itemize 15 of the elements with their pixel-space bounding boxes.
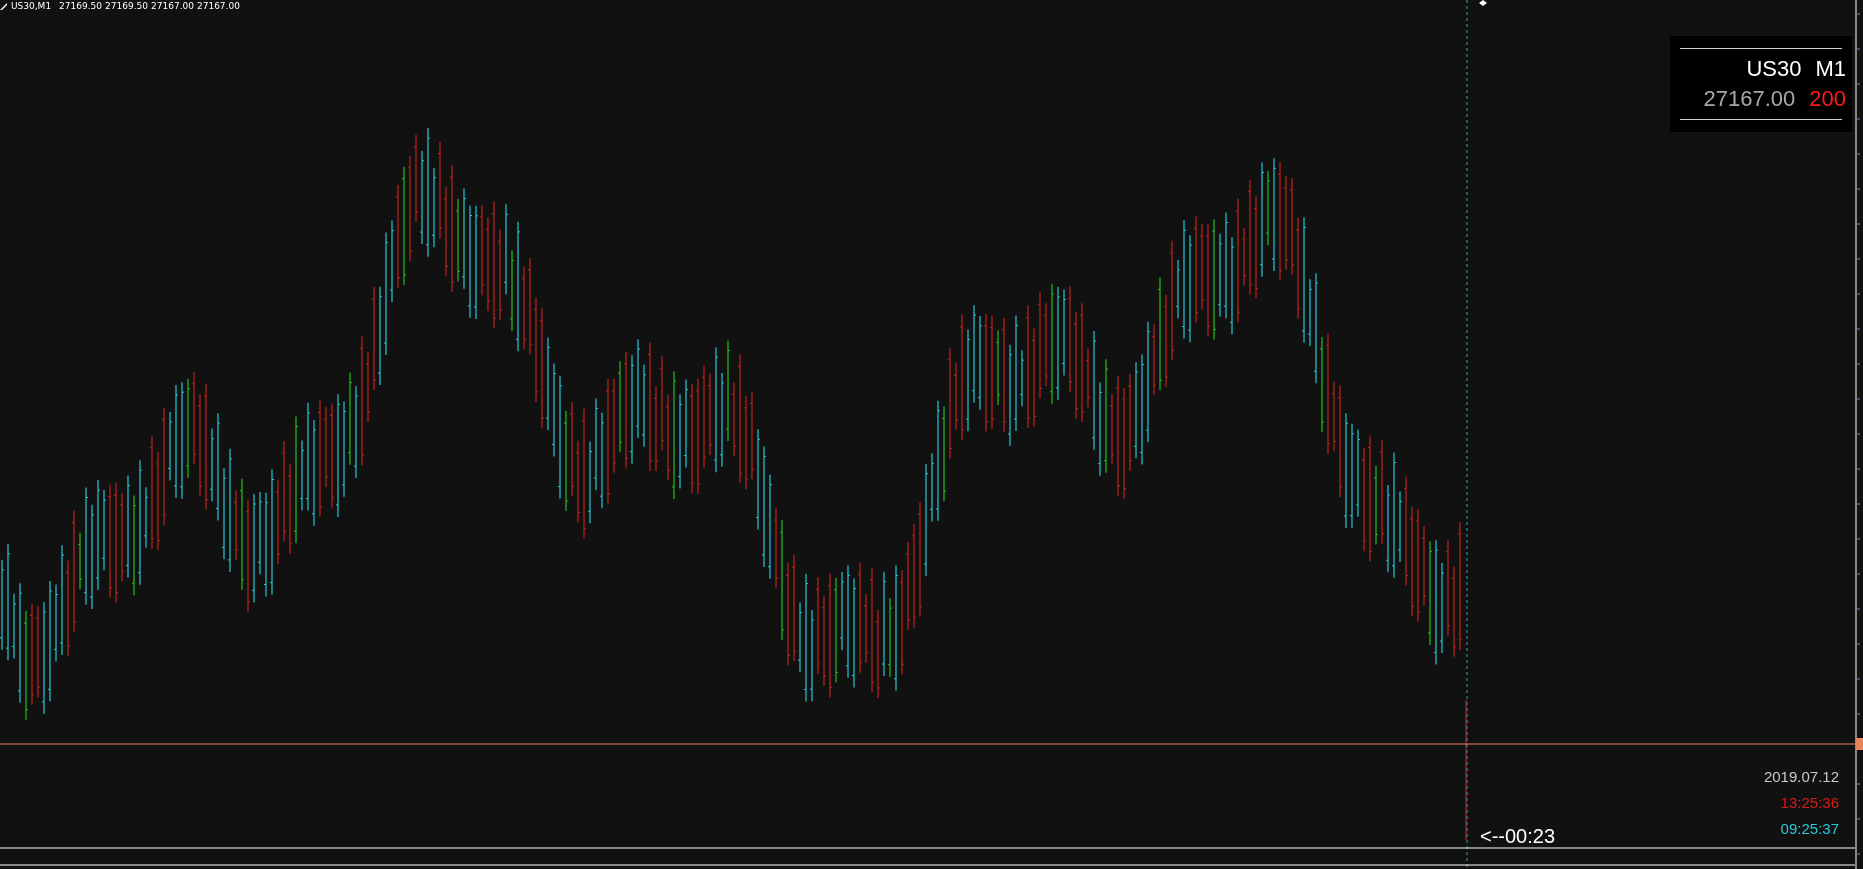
date-label: 2019.07.12 [1763, 768, 1839, 786]
symbol-label: US30 [1746, 55, 1802, 83]
timeframe-label: M1 [1815, 55, 1846, 83]
spread-label: 200 [1809, 85, 1846, 113]
server-time-label: 13:25:36 [1780, 794, 1839, 812]
ohlc-price: 27167.00 [151, 1, 194, 11]
local-time-label: 09:25:37 [1780, 820, 1839, 838]
diamond-icon [1479, 0, 1487, 6]
ohlc-price: 27169.50 [59, 1, 103, 11]
ohlc-price: 27167.00 [196, 1, 240, 11]
symbol-period-label: US30,M1 [11, 1, 52, 11]
price-label: 27167.00 [1703, 85, 1796, 113]
ohlc-price: 27169.50 [105, 1, 148, 11]
countdown-label: <--00:23 [1480, 826, 1556, 846]
price-marker-icon [1856, 738, 1863, 750]
